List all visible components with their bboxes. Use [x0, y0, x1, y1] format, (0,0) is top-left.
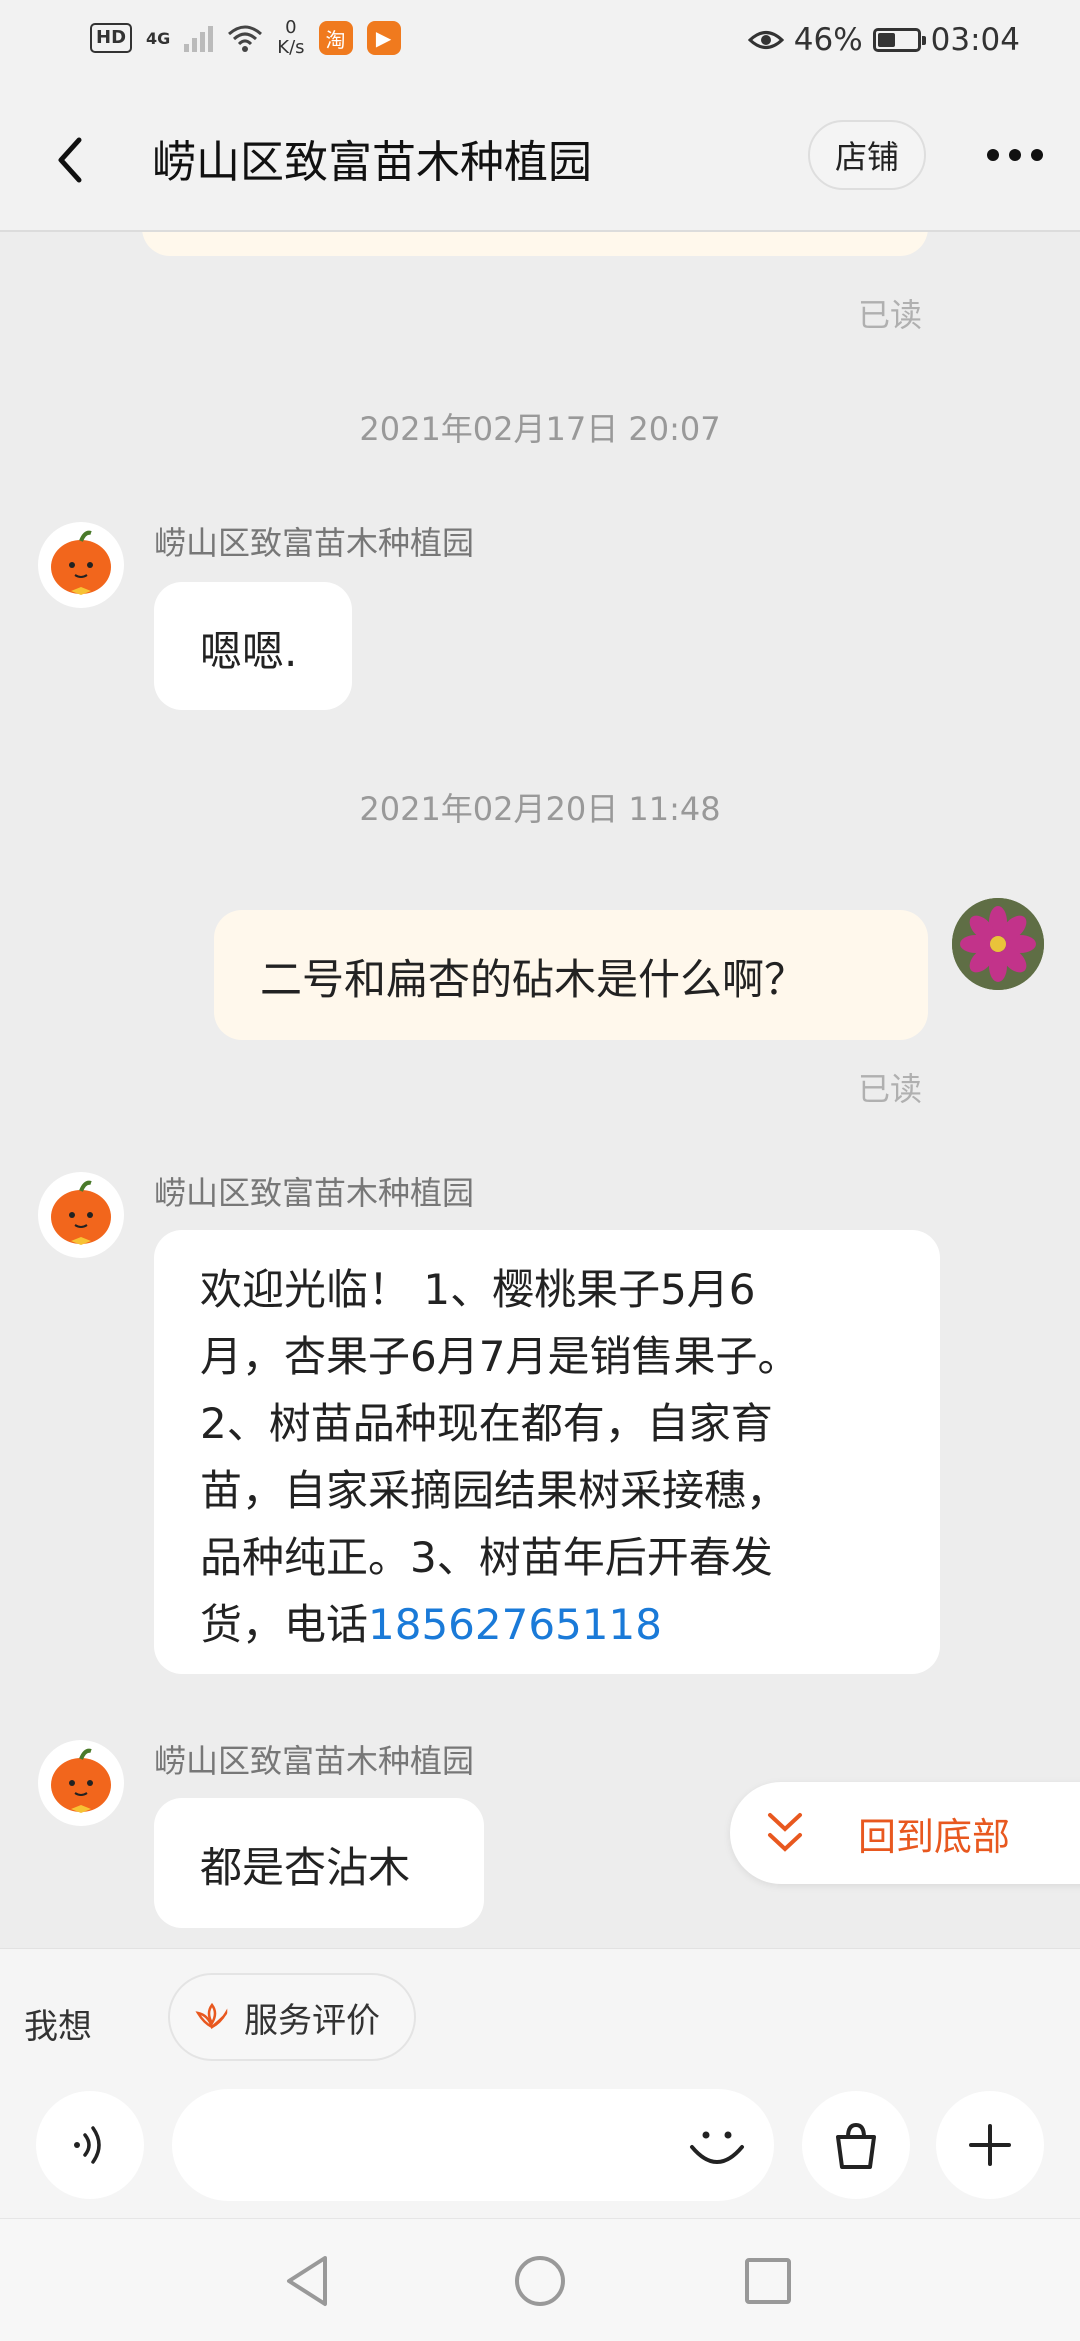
my-message-bubble[interactable]: 二号和扁杏的砧木是什么啊？ — [214, 910, 928, 1040]
my-avatar[interactable] — [952, 898, 1044, 990]
nav-recents-button[interactable] — [738, 2251, 798, 2311]
timestamp: 2021年02月20日 11:48 — [359, 790, 721, 828]
nav-home-button[interactable] — [510, 2251, 570, 2311]
sender-name: 崂山区致富苗木种植园 — [154, 1174, 475, 1212]
more-button[interactable] — [980, 120, 1050, 190]
quick-actions-label: 我想 — [24, 2007, 92, 2047]
read-receipt: 已读 — [858, 296, 923, 334]
emoji-button-icon[interactable] — [682, 2109, 752, 2179]
pumpkin-mascot-icon — [51, 530, 111, 595]
message-bubble[interactable]: 欢迎光临！ 1、樱桃果子5月6 月，杏果子6月7月是销售果子。 2、树苗品种现在… — [154, 1230, 940, 1674]
timestamp: 2021年02月17日 20:07 — [359, 410, 721, 448]
status-bar: HD 4G 0 K/s 淘 ▶ 46% 03:04 — [0, 0, 1080, 84]
triangle-back-icon — [287, 2256, 327, 2306]
sender-name: 崂山区致富苗木种植园 — [154, 524, 475, 562]
back-arrow-icon — [58, 137, 82, 183]
double-chevron-down-icon — [768, 1813, 802, 1852]
message-bubble[interactable]: 嗯嗯. — [154, 582, 352, 710]
taobao-notification-icon: 淘 — [318, 21, 353, 55]
input-panel: 我想 服务评价 — [0, 1948, 1080, 2219]
message-line: 欢迎光临！ 1、樱桃果子5月6 — [200, 1265, 756, 1314]
chat-title: 崂山区致富苗木种植园 — [152, 137, 592, 188]
circle-home-icon — [515, 2256, 565, 2306]
system-nav-bar — [0, 2218, 1080, 2341]
plus-icon — [969, 2124, 1011, 2166]
return-to-bottom-label: 回到底部 — [858, 1814, 1011, 1859]
shop-button[interactable]: 店铺 — [808, 120, 926, 190]
battery-percent: 46% — [793, 22, 863, 58]
message-input[interactable] — [172, 2089, 774, 2201]
flower-avatar-icon — [952, 898, 1044, 990]
shop-avatar[interactable] — [38, 1172, 124, 1258]
message-line: 苗，自家采摘园结果树采接穗， — [200, 1466, 789, 1515]
voice-button[interactable] — [36, 2091, 144, 2199]
shop-avatar[interactable] — [38, 1740, 124, 1826]
signal-icon — [184, 24, 214, 52]
plus-button[interactable] — [936, 2091, 1044, 2199]
net-speed-value: 0 — [285, 17, 297, 38]
message-line: 品种纯正。3、树苗年后开春发 — [200, 1533, 773, 1582]
wifi-icon — [228, 25, 263, 52]
clock: 03:04 — [930, 22, 1020, 58]
shopping-bag-icon — [836, 2122, 876, 2169]
shop-avatar[interactable] — [38, 522, 124, 608]
service-rating-chip[interactable]: 服务评价 — [168, 1973, 416, 2061]
nav-back-button[interactable] — [278, 2251, 338, 2311]
status-right: 46% 03:04 — [747, 22, 1020, 58]
pumpkin-mascot-icon — [51, 1180, 111, 1245]
battery-icon — [872, 28, 926, 52]
service-rating-label: 服务评价 — [244, 2000, 380, 2041]
message-line: 月，杏果子6月7月是销售果子。 — [200, 1332, 800, 1381]
pumpkin-mascot-icon — [51, 1748, 111, 1813]
battery-fill — [877, 33, 895, 47]
net-speed: 0 K/s — [277, 18, 304, 58]
message-list[interactable]: 已读 2021年02月17日 20:07 崂山区致富苗木种植园 嗯嗯. 2021… — [0, 232, 1080, 1948]
video-notification-icon: ▶ — [366, 21, 401, 55]
chat-header: 崂山区致富苗木种植园 店铺 — [0, 84, 1080, 232]
return-to-bottom-button[interactable]: 回到底部 — [730, 1782, 1080, 1884]
message-bubble[interactable]: 都是杏沾木 — [154, 1798, 484, 1928]
shopping-bag-button[interactable] — [802, 2091, 910, 2199]
message-text: 货，电话 — [200, 1600, 369, 1649]
read-receipt: 已读 — [858, 1070, 923, 1108]
status-left: HD 4G 0 K/s 淘 ▶ — [90, 18, 401, 58]
square-recents-icon — [745, 2258, 791, 2304]
previous-message-bubble — [142, 232, 928, 256]
voice-icon — [74, 2126, 101, 2164]
network-type: 4G — [146, 28, 171, 48]
more-dots-icon — [987, 149, 1043, 161]
lotus-rating-icon — [195, 2002, 228, 2030]
message-line: 2、树苗品种现在都有，自家育 — [200, 1399, 773, 1448]
back-button[interactable] — [40, 120, 100, 200]
message-line: 货，电话18562765118 — [200, 1591, 920, 1658]
phone-link[interactable]: 18562765118 — [368, 1600, 662, 1649]
net-speed-unit: K/s — [277, 37, 305, 58]
hd-indicator: HD — [90, 23, 133, 53]
sender-name: 崂山区致富苗木种植园 — [154, 1742, 475, 1780]
eye-comfort-icon — [747, 31, 784, 49]
